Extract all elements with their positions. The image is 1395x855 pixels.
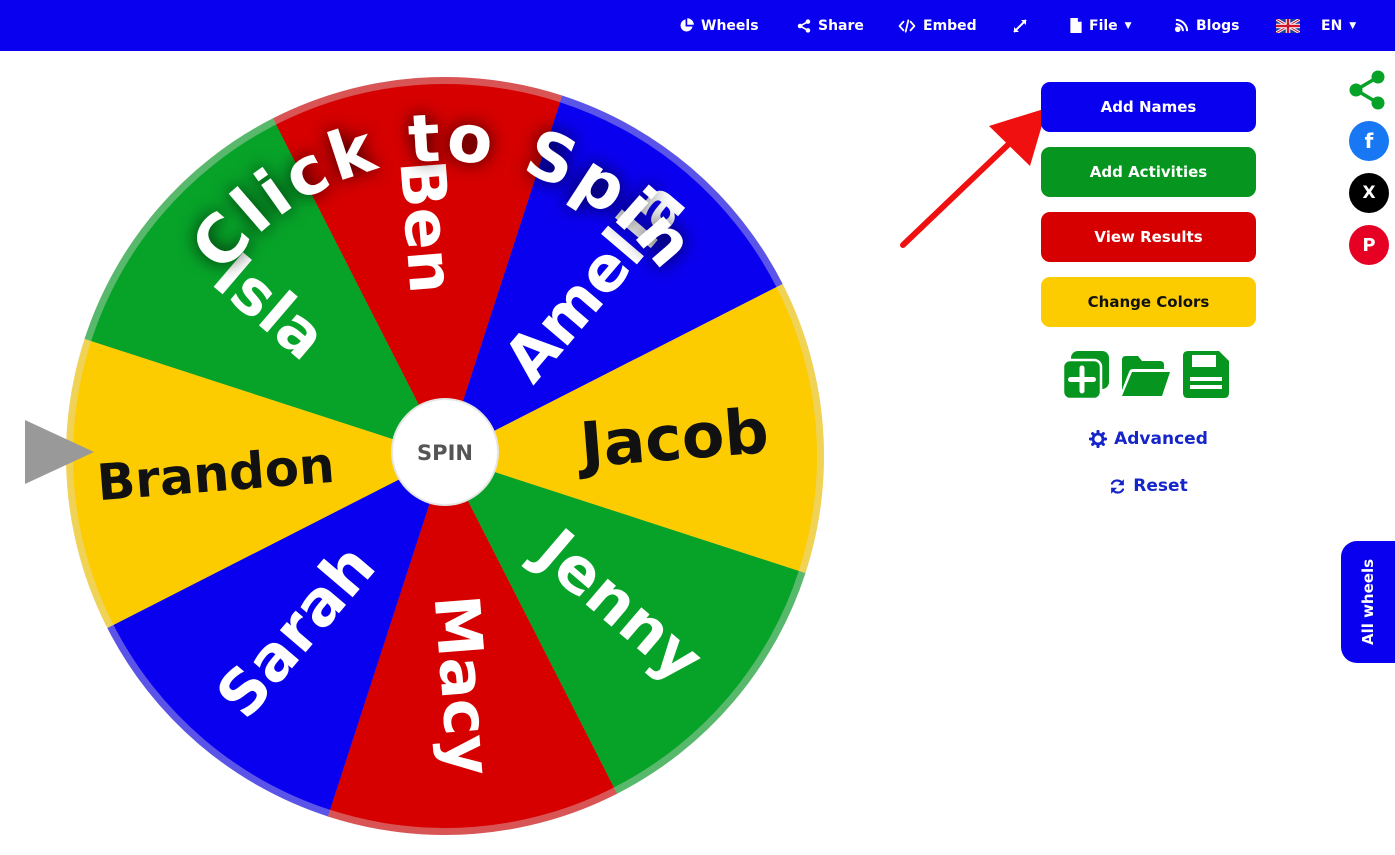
x-share-button[interactable]: X (1349, 173, 1389, 213)
reset-label: Reset (1133, 476, 1188, 496)
spin-button-label: SPIN (417, 441, 473, 465)
fullscreen-button[interactable] (1012, 0, 1035, 51)
reset-link[interactable]: Reset (1041, 476, 1256, 496)
chevron-down-icon: ▼ (1124, 20, 1132, 31)
nav-file-label: File (1089, 17, 1118, 34)
advanced-link[interactable]: Advanced (1041, 429, 1256, 449)
nav-language-label: EN (1321, 17, 1343, 34)
spin-button[interactable]: SPIN (391, 398, 499, 506)
nav-file[interactable]: File ▼ (1070, 0, 1132, 51)
refresh-icon (1111, 478, 1125, 494)
advanced-label: Advanced (1114, 429, 1208, 449)
code-icon (898, 18, 916, 33)
nav-embed[interactable]: Embed (898, 0, 977, 51)
add-activities-button[interactable]: Add Activities (1041, 147, 1256, 197)
expand-icon (1013, 18, 1027, 33)
view-results-button[interactable]: View Results (1041, 212, 1256, 262)
nav-embed-label: Embed (923, 17, 977, 34)
file-icon (1070, 18, 1082, 33)
nav-blogs-label: Blogs (1196, 17, 1240, 34)
facebook-icon: f (1364, 129, 1374, 153)
share-button[interactable] (1348, 70, 1388, 114)
nav-language[interactable]: EN ▼ (1276, 0, 1356, 51)
red-arrow-icon (900, 108, 1047, 248)
facebook-share-button[interactable]: f (1349, 121, 1389, 161)
new-wheel-button[interactable] (1061, 349, 1111, 405)
pie-chart-icon (680, 18, 694, 32)
chevron-down-icon: ▼ (1349, 20, 1357, 31)
share-icon (797, 18, 811, 33)
pinterest-share-button[interactable]: P (1349, 225, 1389, 265)
add-names-button[interactable]: Add Names (1041, 82, 1256, 132)
spin-wheel[interactable]: AmeliaJacobJennyMacySarahBrandonIslaBen … (60, 71, 830, 841)
nav-share[interactable]: Share (797, 0, 864, 51)
spin-wheel-area: Amelia Jacob Jenny Macy Sarah Brandon Isla Ben … (60, 71, 830, 841)
save-wheel-button[interactable] (1181, 349, 1231, 404)
nav-wheels-label: Wheels (701, 17, 759, 34)
pinterest-icon: P (1362, 234, 1376, 256)
change-colors-button[interactable]: Change Colors (1041, 277, 1256, 327)
share-icon (1349, 70, 1385, 110)
x-icon: X (1362, 183, 1376, 203)
wheel-segment-label: Macy (420, 592, 507, 778)
all-wheels-label: All wheels (1359, 558, 1377, 646)
wheel-segment-label: Jacob (573, 394, 771, 482)
all-wheels-tab[interactable]: All wheels (1341, 541, 1395, 663)
save-icon (1183, 351, 1229, 398)
uk-flag-icon (1276, 18, 1300, 33)
gear-icon (1089, 430, 1108, 448)
folder-open-icon (1122, 356, 1170, 396)
blog-icon (1174, 18, 1189, 33)
add-copy-icon (1061, 351, 1109, 401)
open-wheel-button[interactable] (1120, 352, 1172, 402)
wheel-pointer-icon (25, 420, 94, 484)
nav-wheels[interactable]: Wheels (679, 0, 759, 51)
nav-blogs[interactable]: Blogs (1174, 0, 1239, 51)
nav-share-label: Share (818, 17, 864, 34)
top-navbar: Wheels Share Embed File ▼ Blogs EN ▼ (0, 0, 1395, 51)
